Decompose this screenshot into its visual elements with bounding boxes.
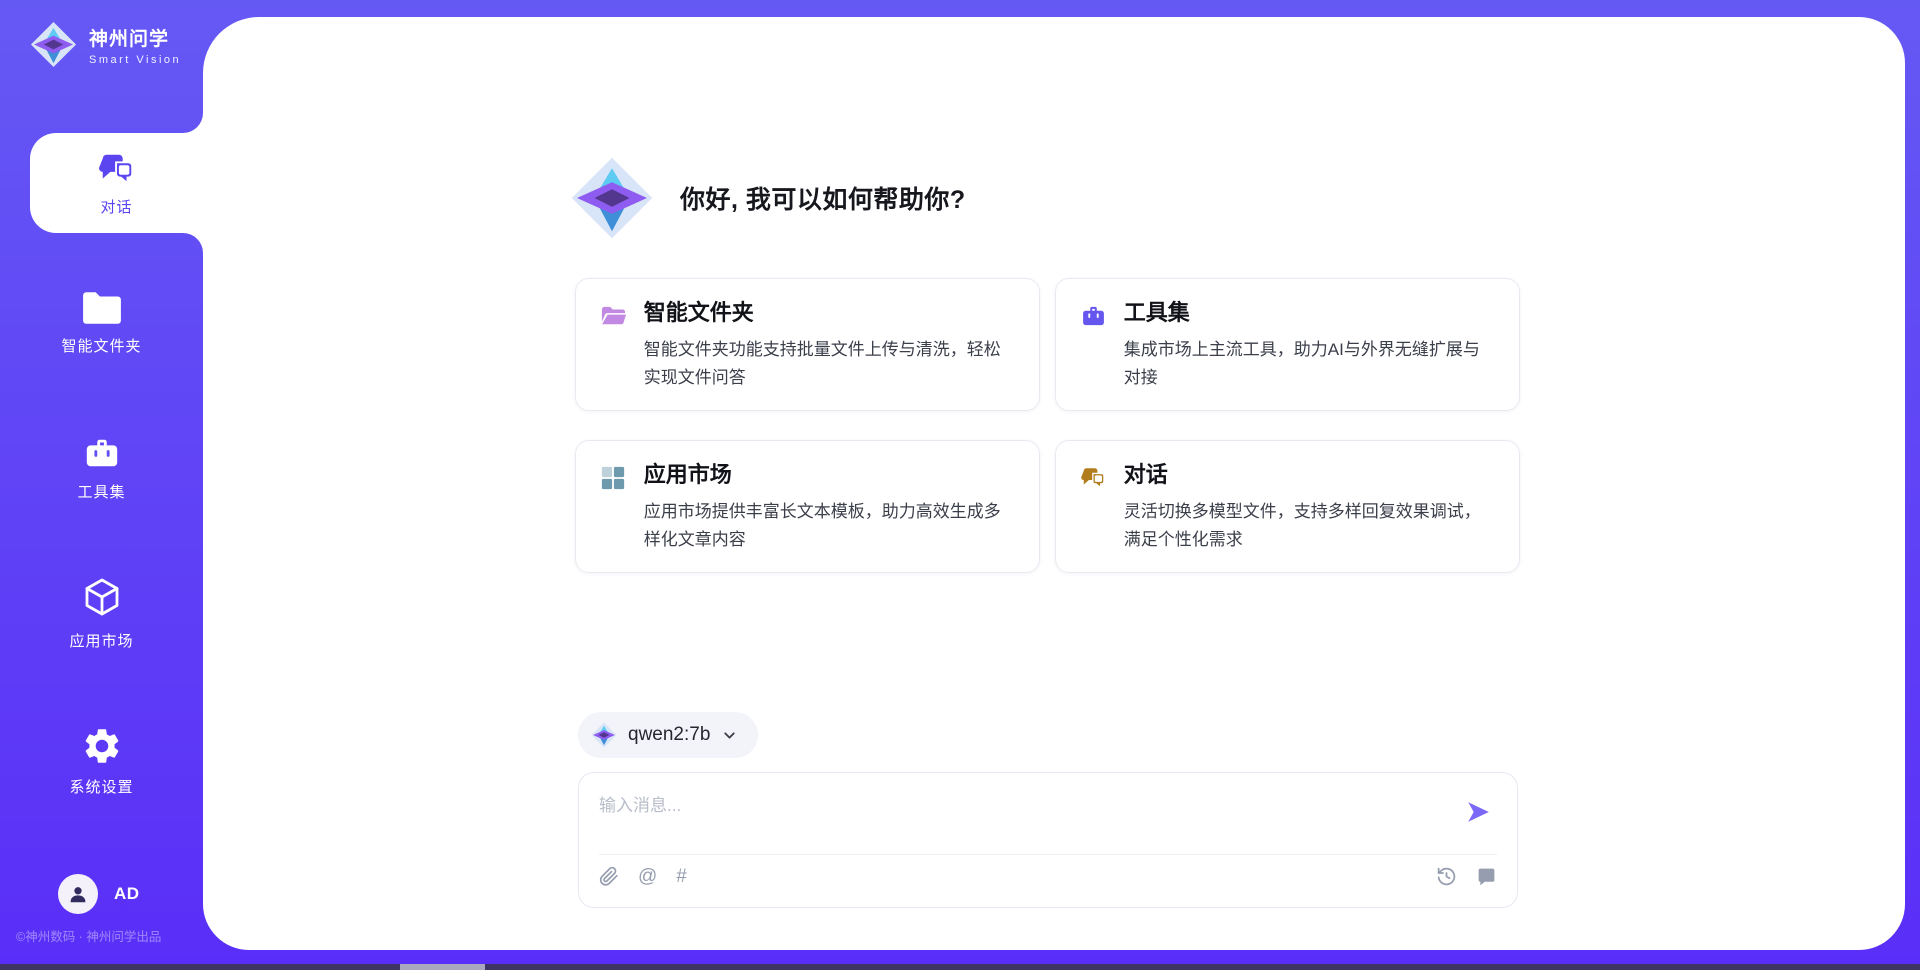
sidebar-item-settings[interactable]: 系统设置 bbox=[0, 725, 203, 797]
footer-credit: ©神州数码 · 神州问学出品 bbox=[16, 926, 161, 945]
sidebar-item-label: 智能文件夹 bbox=[61, 335, 141, 356]
send-button[interactable] bbox=[1465, 799, 1491, 825]
brand-logo-icon bbox=[30, 21, 77, 68]
folder-icon bbox=[81, 290, 123, 326]
sidebar-item-app-market[interactable]: 应用市场 bbox=[0, 577, 203, 651]
grid-tiles-icon bbox=[600, 465, 626, 491]
cube-3d-icon bbox=[81, 577, 123, 621]
card-description: 智能文件夹功能支持批量文件上传与清洗，轻松实现文件问答 bbox=[644, 336, 1014, 392]
chat-bubble-icon bbox=[1476, 866, 1497, 887]
chevron-down-icon bbox=[721, 727, 738, 744]
brand-title: 神州问学 bbox=[89, 24, 181, 51]
chat-bubbles-icon bbox=[97, 150, 137, 188]
sidebar-item-label: 对话 bbox=[100, 196, 132, 217]
folder-open-icon bbox=[600, 303, 627, 330]
model-selector[interactable]: qwen2:7b bbox=[578, 712, 758, 758]
sidebar-item-label: 工具集 bbox=[77, 481, 125, 502]
message-composer: @ # bbox=[578, 772, 1518, 908]
card-title: 工具集 bbox=[1124, 300, 1494, 326]
hash-icon[interactable]: # bbox=[676, 867, 687, 886]
card-title: 对话 bbox=[1124, 462, 1494, 488]
user-account[interactable]: AD bbox=[58, 874, 140, 914]
message-input[interactable] bbox=[599, 787, 1455, 843]
card-smart-folder[interactable]: 智能文件夹 智能文件夹功能支持批量文件上传与清洗，轻松实现文件问答 bbox=[575, 278, 1040, 411]
avatar bbox=[58, 874, 98, 914]
card-title: 智能文件夹 bbox=[644, 300, 1014, 326]
assistant-logo-icon bbox=[570, 156, 654, 240]
tab-corner-top bbox=[183, 113, 203, 133]
history-clock-icon bbox=[1436, 866, 1457, 887]
sidebar-item-chat[interactable]: 对话 bbox=[30, 133, 203, 233]
sidebar-item-label: 系统设置 bbox=[69, 776, 133, 797]
gear-icon bbox=[81, 725, 123, 767]
sidebar-item-label: 应用市场 bbox=[69, 630, 133, 651]
greeting-block: 你好, 我可以如何帮助你? bbox=[570, 156, 966, 240]
history-button[interactable] bbox=[1436, 866, 1457, 887]
card-app-market[interactable]: 应用市场 应用市场提供丰富长文本模板，助力高效生成多样化文章内容 bbox=[575, 440, 1040, 573]
brand-subtitle: Smart Vision bbox=[89, 54, 181, 66]
feature-cards: 智能文件夹 智能文件夹功能支持批量文件上传与清洗，轻松实现文件问答 工具集 集成… bbox=[575, 278, 1520, 573]
card-description: 应用市场提供丰富长文本模板，助力高效生成多样化文章内容 bbox=[644, 498, 1014, 554]
person-icon bbox=[67, 883, 89, 905]
card-title: 应用市场 bbox=[644, 462, 1014, 488]
sidebar-item-toolset[interactable]: 工具集 bbox=[0, 434, 203, 502]
at-sign-icon[interactable]: @ bbox=[638, 867, 657, 886]
briefcase-icon bbox=[1080, 303, 1107, 329]
card-description: 集成市场上主流工具，助力AI与外界无缝扩展与对接 bbox=[1124, 336, 1494, 392]
send-arrow-icon bbox=[1465, 799, 1491, 825]
card-description: 灵活切换多模型文件，支持多样回复效果调试，满足个性化需求 bbox=[1124, 498, 1494, 554]
model-logo-icon bbox=[591, 722, 617, 748]
chat-bubble-button[interactable] bbox=[1476, 866, 1497, 887]
greeting-text: 你好, 我可以如何帮助你? bbox=[680, 180, 966, 216]
attach-file-button[interactable] bbox=[599, 865, 619, 888]
card-toolset[interactable]: 工具集 集成市场上主流工具，助力AI与外界无缝扩展与对接 bbox=[1055, 278, 1520, 411]
paperclip-icon bbox=[599, 865, 619, 888]
briefcase-icon bbox=[82, 434, 122, 472]
model-name: qwen2:7b bbox=[628, 724, 710, 746]
card-chat[interactable]: 对话 灵活切换多模型文件，支持多样回复效果调试，满足个性化需求 bbox=[1055, 440, 1520, 573]
user-initials: AD bbox=[114, 884, 140, 904]
chat-bubbles-icon bbox=[1080, 465, 1107, 491]
app-window: 神州问学 Smart Vision 对话 智能文件夹 工具集 bbox=[0, 0, 1920, 970]
scrollbar-fragment bbox=[400, 964, 485, 970]
brand: 神州问学 Smart Vision bbox=[30, 21, 181, 68]
tab-corner-bottom bbox=[183, 233, 203, 253]
sidebar-item-smart-folder[interactable]: 智能文件夹 bbox=[0, 290, 203, 356]
window-bottom-edge bbox=[0, 964, 1920, 970]
